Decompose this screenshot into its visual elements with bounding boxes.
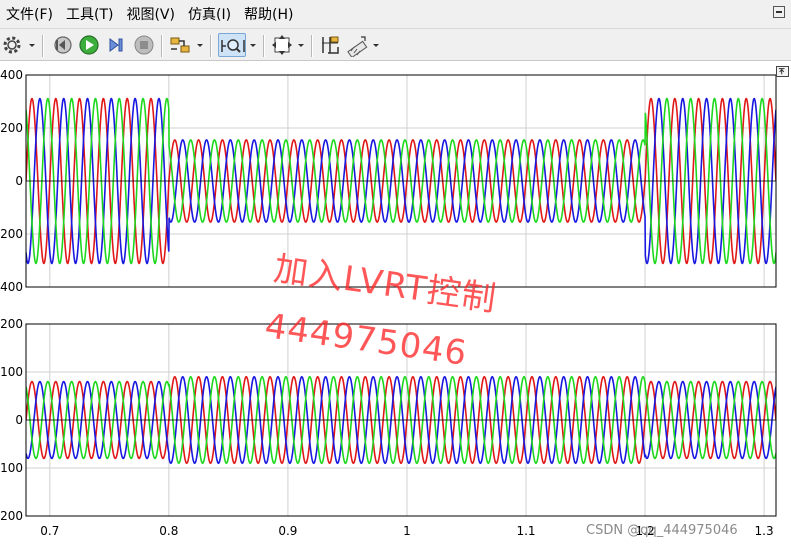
y-tick-label: 100 xyxy=(0,365,23,379)
toolbar xyxy=(0,28,791,61)
settings-dropdown-icon[interactable] xyxy=(27,37,37,53)
step-forward-icon[interactable] xyxy=(104,33,128,57)
menu-file[interactable]: 文件(F) xyxy=(0,4,60,24)
menu-view[interactable]: 视图(V) xyxy=(120,4,182,24)
toolbar-separator xyxy=(42,35,44,57)
y-tick-label: 400 xyxy=(0,68,23,82)
gear-icon[interactable] xyxy=(0,33,24,57)
run-icon[interactable] xyxy=(77,33,101,57)
stop-icon[interactable] xyxy=(132,33,156,57)
cursor-measure-icon[interactable] xyxy=(318,33,342,57)
menu-help[interactable]: 帮助(H) xyxy=(238,4,300,24)
y-tick-label: 200 xyxy=(0,227,23,241)
y-tick-label: -200 xyxy=(0,509,23,523)
y-tick-label: 400 xyxy=(0,280,23,294)
y-tick-label: 0 xyxy=(15,413,23,427)
x-tick-label: 0.8 xyxy=(159,524,178,538)
x-tick-label: 1.3 xyxy=(755,524,774,538)
menu-bar: 文件(F) 工具(T) 视图(V) 仿真(I) 帮助(H) xyxy=(0,0,791,28)
zoom-dropdown-icon[interactable] xyxy=(248,37,258,53)
x-tick-label: 1.1 xyxy=(516,524,535,538)
x-tick-label: 1 xyxy=(403,524,411,538)
toolbar-separator xyxy=(263,35,265,57)
y-tick-label: 200 xyxy=(0,317,23,331)
signal-statistics-icon[interactable] xyxy=(345,33,369,57)
toolbar-separator xyxy=(210,35,212,57)
y-tick-label: 0 xyxy=(15,174,23,188)
source-credit: CSDN @qq_444975046 xyxy=(586,523,738,538)
signal-selector-dropdown-icon[interactable] xyxy=(195,37,205,53)
autoscale-dropdown-icon[interactable] xyxy=(296,37,306,53)
menu-simulation[interactable]: 仿真(I) xyxy=(182,4,238,24)
minimize-icon[interactable] xyxy=(773,6,785,18)
toolbar-separator xyxy=(161,35,163,57)
signal-selector-icon[interactable] xyxy=(168,33,192,57)
x-tick-label: 0.9 xyxy=(278,524,297,538)
step-back-icon[interactable] xyxy=(50,33,74,57)
zoom-icon[interactable] xyxy=(218,33,246,57)
toolbar-separator xyxy=(311,35,313,57)
y-tick-label: -100 xyxy=(0,461,23,475)
y-tick-label: 200 xyxy=(0,121,23,135)
statistics-dropdown-icon[interactable] xyxy=(371,37,381,53)
menu-tools[interactable]: 工具(T) xyxy=(60,4,120,24)
restore-layout-icon[interactable] xyxy=(776,66,789,77)
x-tick-label: 0.7 xyxy=(40,524,59,538)
autoscale-icon[interactable] xyxy=(270,33,294,57)
